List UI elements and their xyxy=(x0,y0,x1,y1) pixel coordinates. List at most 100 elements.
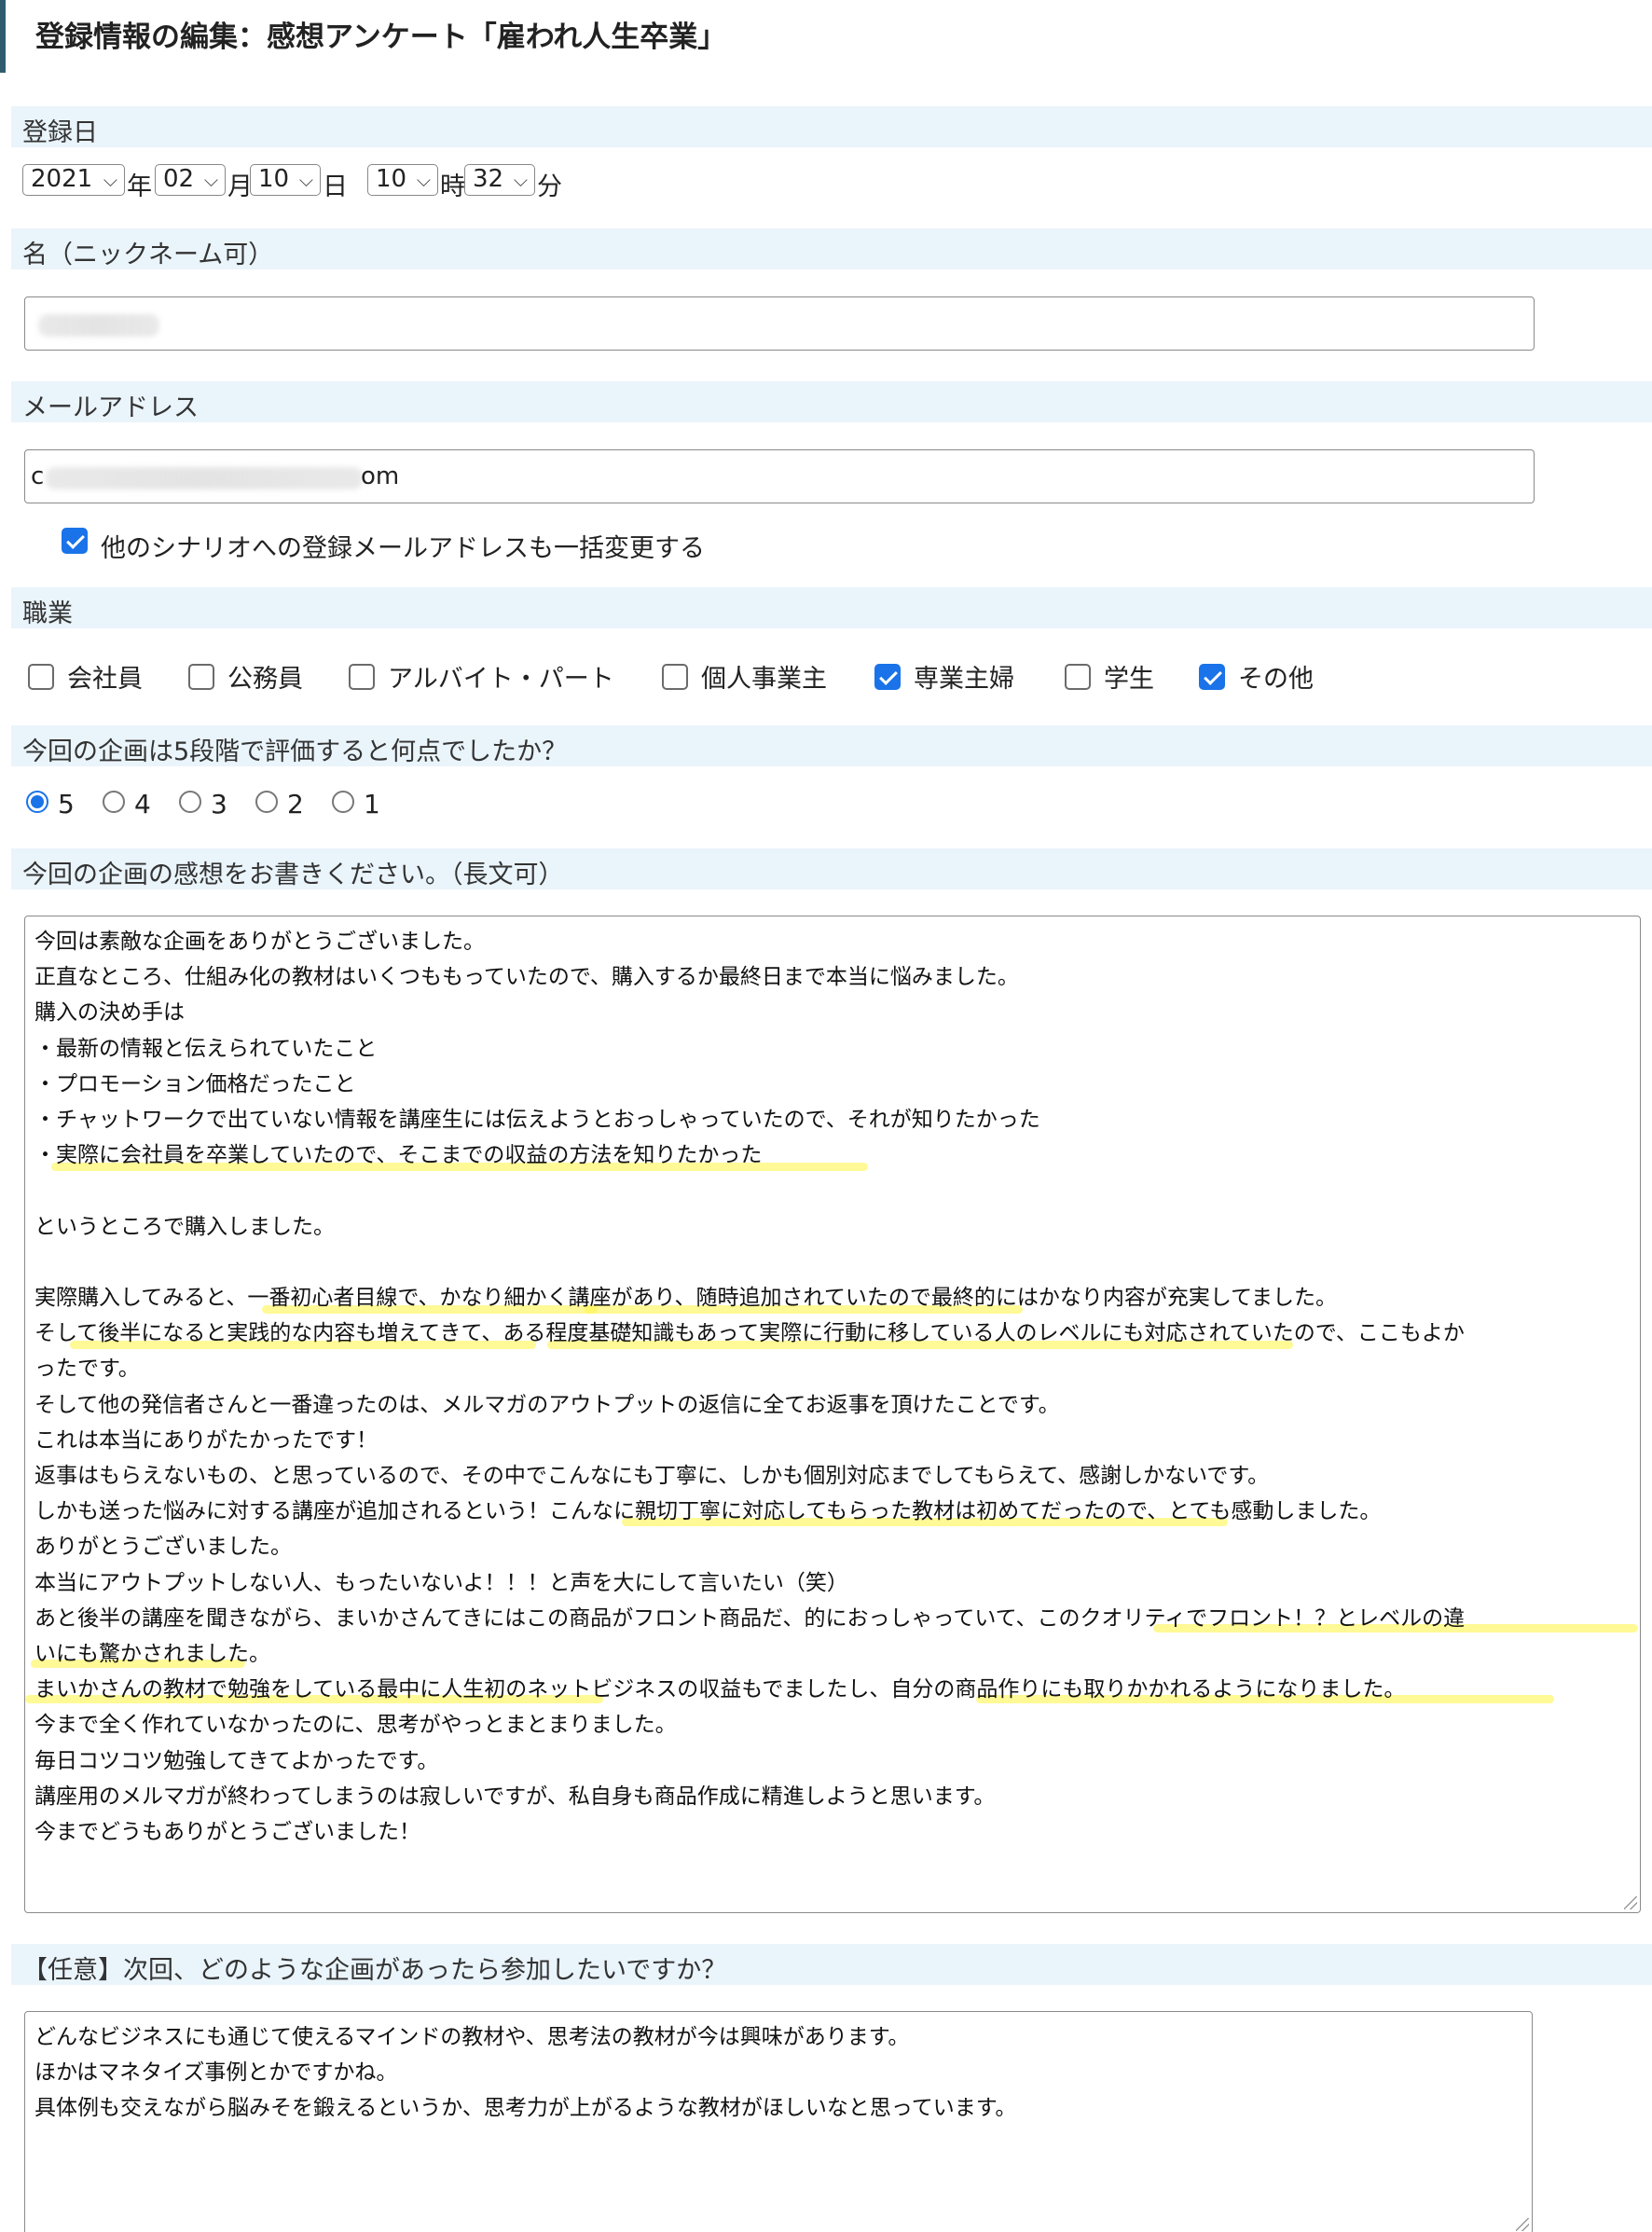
text-line: 購入の決め手は xyxy=(34,1000,185,1026)
text-line: そして他の発信者さんと一番違ったのは、メルマガのアウトプットの返信に全てお返事を… xyxy=(34,1392,1060,1417)
text-line: 今回は素敵な企画をありがとうございました。 xyxy=(34,930,485,954)
text-line: どんなビジネスにも通じて使えるマインドの教材や、思考法の教材が今は興味があります… xyxy=(34,2025,910,2049)
name-label: 名（ニックネーム可） xyxy=(22,241,274,269)
job-checkbox-part-time[interactable] xyxy=(349,664,375,690)
chevron-down-icon: ⌵ xyxy=(416,169,431,191)
hour-value: 10 xyxy=(376,165,407,193)
minute-value: 32 xyxy=(473,165,504,193)
email-input[interactable]: c om xyxy=(24,449,1535,503)
chevron-down-icon: ⌵ xyxy=(103,169,117,191)
section-header-email: メールアドレス xyxy=(11,381,1652,422)
text-line: ・実際に会社員を卒業していたので、そこまでの収益の方法を知りたかった xyxy=(34,1143,763,1168)
text-line: 今までどうもありがとうございました！ xyxy=(34,1820,420,1844)
text-line: ・チャットワークで出ていない情報を講座生には伝えようとおっしゃっていたので、それ… xyxy=(34,1108,1040,1132)
day-select[interactable]: 10 ⌵ xyxy=(250,164,321,196)
text-line: しかも送った悩みに対する講座が追加されるという！こんなに親切丁寧に対応してもらっ… xyxy=(34,1499,1382,1524)
day-value: 10 xyxy=(258,165,290,193)
text-line: というところで購入しました。 xyxy=(34,1214,335,1239)
job-label: 職業 xyxy=(22,599,73,628)
section-header-next: 【任意】次回、どのような企画があったら参加したいですか？ xyxy=(11,1944,1652,1985)
chevron-down-icon: ⌵ xyxy=(298,169,313,191)
job-checkbox-employee[interactable] xyxy=(28,664,54,690)
bulk-update-checkbox[interactable] xyxy=(62,528,88,554)
chevron-down-icon: ⌵ xyxy=(513,169,528,191)
rating-label-3: 3 xyxy=(211,789,227,820)
chevron-down-icon: ⌵ xyxy=(203,169,218,191)
rating-label: 今回の企画は5段階で評価すると何点でしたか？ xyxy=(22,737,568,766)
year-select[interactable]: 2021 ⌵ xyxy=(22,164,125,196)
text-line: 講座用のメルマガが終わってしまうのは寂しいですが、私自身も商品作成に精進しようと… xyxy=(34,1784,996,1809)
month-unit: 月 xyxy=(227,172,253,201)
section-header-rating: 今回の企画は5段階で評価すると何点でしたか？ xyxy=(11,725,1652,766)
minute-select[interactable]: 32 ⌵ xyxy=(464,164,535,196)
impression-label: 今回の企画の感想をお書きください。（長文可） xyxy=(22,861,564,889)
section-header-date: 登録日 xyxy=(11,106,1652,147)
redacted-name xyxy=(38,314,159,337)
text-line: 実際購入してみると、一番初心者目線で、かなり細かく講座があり、随時追加されていた… xyxy=(34,1286,1338,1310)
text-line: まいかさんの教材で勉強をしている最中に人生初のネットビジネスの収益もでましたし、… xyxy=(34,1677,1406,1702)
rating-radio-4[interactable] xyxy=(103,791,125,813)
resize-handle[interactable] xyxy=(1516,2218,1529,2231)
resize-handle[interactable] xyxy=(1624,1896,1637,1909)
page-title: 登録情報の編集：感想アンケート「雇われ人生卒業」 xyxy=(35,21,727,54)
text-line: そして後半になると実践的な内容も増えてきて、ある程度基礎知識もあって実際に行動に… xyxy=(34,1321,1465,1346)
rating-label-4: 4 xyxy=(134,789,151,820)
text-line: ありがとうございました。 xyxy=(34,1535,292,1560)
email-prefix: c xyxy=(31,462,45,490)
text-line: これは本当にありがたかったです！ xyxy=(34,1427,378,1453)
text-line: 本当にアウトプットしない人、もったいないよ！！！と声を大にして言いたい（笑） xyxy=(34,1570,848,1595)
text-line: ・プロモーション価格だったこと xyxy=(34,1071,356,1096)
job-label-employee: 会社員 xyxy=(67,665,143,694)
redacted-email xyxy=(46,467,363,489)
next-textarea[interactable]: どんなビジネスにも通じて使えるマインドの教材や、思考法の教材が今は興味があります… xyxy=(24,2011,1533,2232)
text-line: 正直なところ、仕組み化の教材はいくつももっていたので、購入するか最終日まで本当に… xyxy=(34,965,1019,990)
edit-registration-page: 登録情報の編集：感想アンケート「雇われ人生卒業」 登録日 2021 ⌵ 年 02 ⌵… xyxy=(0,0,1652,2232)
year-value: 2021 xyxy=(31,165,93,193)
email-suffix: om xyxy=(361,462,400,490)
text-line: 今まで全く作れていなかったのに、思考がやっとまとまりました。 xyxy=(34,1713,677,1738)
job-checkbox-student[interactable] xyxy=(1065,664,1091,690)
rating-radio-5[interactable] xyxy=(26,791,48,813)
text-line: 具体例も交えながら脳みそを鍛えるというか、思考力が上がるような教材がほしいなと思… xyxy=(34,2096,1017,2121)
day-unit: 日 xyxy=(323,172,348,201)
impression-textarea[interactable]: 今回は素敵な企画をありがとうございました。正直なところ、仕組み化の教材はいくつも… xyxy=(24,916,1641,1913)
text-line: 毎日コツコツ勉強してきてよかったです。 xyxy=(34,1748,439,1773)
text-line: ・最新の情報と伝えられていたこと xyxy=(34,1036,378,1061)
month-select[interactable]: 02 ⌵ xyxy=(155,164,226,196)
text-line: いにも驚かされました。 xyxy=(34,1642,270,1666)
hour-select[interactable]: 10 ⌵ xyxy=(367,164,438,196)
text-line: 返事はもらえないもの、と思っているので、その中でこんなにも丁寧に、しかも個別対応… xyxy=(34,1464,1270,1488)
job-label-other: その他 xyxy=(1238,665,1314,694)
job-label-part-time: アルバイト・パート xyxy=(388,665,614,694)
section-header-impression: 今回の企画の感想をお書きください。（長文可） xyxy=(11,848,1652,889)
job-label-civil-servant: 公務員 xyxy=(227,665,303,694)
job-label-student: 学生 xyxy=(1104,665,1154,694)
year-unit: 年 xyxy=(127,172,152,201)
rating-radio-3[interactable] xyxy=(179,791,201,813)
date-label: 登録日 xyxy=(22,118,98,147)
minute-unit: 分 xyxy=(537,172,562,201)
rating-radio-1[interactable] xyxy=(332,791,354,813)
job-checkbox-sole-proprietor[interactable] xyxy=(662,664,688,690)
text-line: ったです。 xyxy=(34,1357,140,1382)
job-label-homemaker: 専業主婦 xyxy=(914,665,1014,694)
section-header-name: 名（ニックネーム可） xyxy=(11,228,1652,269)
name-input[interactable] xyxy=(24,296,1535,351)
rating-label-1: 1 xyxy=(364,789,380,820)
job-checkbox-civil-servant[interactable] xyxy=(188,664,214,690)
section-header-job: 職業 xyxy=(11,587,1652,628)
job-checkbox-other[interactable] xyxy=(1199,664,1225,690)
rating-label-2: 2 xyxy=(287,789,304,820)
rating-radio-2[interactable] xyxy=(255,791,278,813)
text-line: あと後半の講座を聞きながら、まいかさんてきにはこの商品がフロント商品だ、的におっ… xyxy=(34,1605,1466,1631)
job-checkbox-homemaker[interactable] xyxy=(874,664,901,690)
month-value: 02 xyxy=(163,165,195,193)
text-line: ほかはマネタイズ事例とかですかね。 xyxy=(34,2060,398,2086)
next-label: 【任意】次回、どのような企画があったら参加したいですか？ xyxy=(22,1956,727,1985)
email-label: メールアドレス xyxy=(22,393,199,422)
bulk-update-label: 他のシナリオへの登録メールアドレスも一括変更する xyxy=(101,534,705,563)
job-label-sole-proprietor: 個人事業主 xyxy=(701,665,827,694)
title-bar: 登録情報の編集：感想アンケート「雇われ人生卒業」 xyxy=(0,0,1652,73)
rating-label-5: 5 xyxy=(58,789,75,820)
hour-unit: 時 xyxy=(440,172,465,201)
